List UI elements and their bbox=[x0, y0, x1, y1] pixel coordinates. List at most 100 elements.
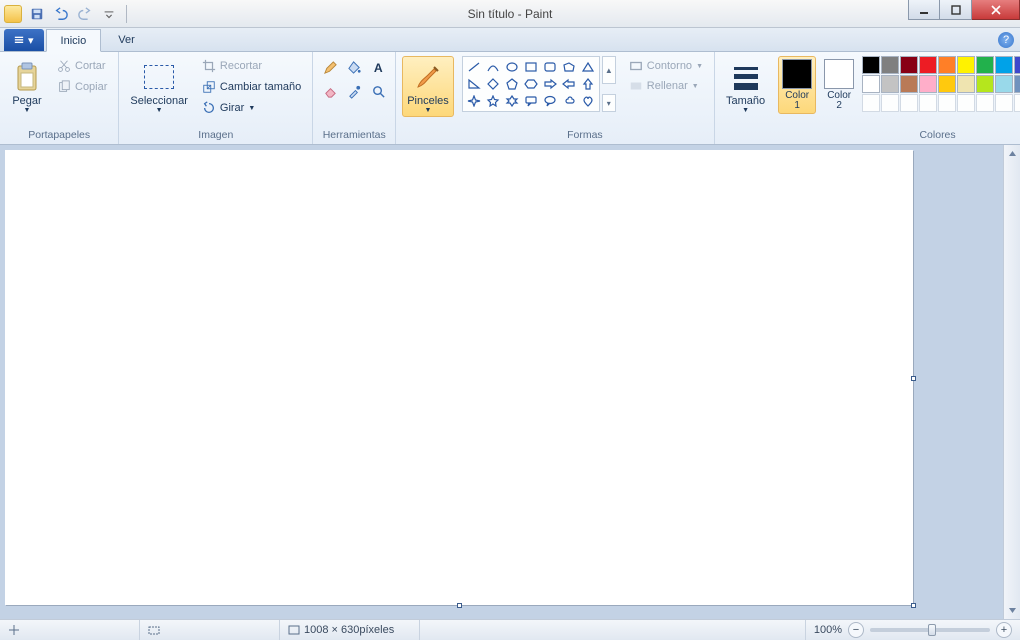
svg-text:A: A bbox=[374, 61, 383, 75]
resize-handle-bottom[interactable] bbox=[457, 603, 462, 608]
shapes-expand[interactable]: ▾ bbox=[602, 94, 616, 112]
shape-callout-cloud[interactable] bbox=[560, 93, 578, 109]
color-swatch[interactable] bbox=[995, 75, 1013, 93]
brushes-button[interactable]: Pinceles ▼ bbox=[402, 56, 454, 117]
color-swatch-empty[interactable] bbox=[938, 94, 956, 112]
color-swatch[interactable] bbox=[900, 75, 918, 93]
color-swatch-empty[interactable] bbox=[881, 94, 899, 112]
file-menu-button[interactable]: ▾ bbox=[4, 29, 44, 51]
paste-button[interactable]: Pegar ▼ bbox=[6, 56, 48, 117]
color-swatch[interactable] bbox=[900, 56, 918, 74]
color1-button[interactable]: Color 1 bbox=[778, 56, 816, 114]
shape-heart[interactable] bbox=[579, 93, 597, 109]
size-button[interactable]: Tamaño ▼ bbox=[721, 56, 770, 117]
color-swatch[interactable] bbox=[938, 75, 956, 93]
zoom-thumb[interactable] bbox=[928, 624, 936, 636]
color-swatch[interactable] bbox=[919, 56, 937, 74]
rotate-button[interactable]: Girar ▼ bbox=[197, 98, 306, 118]
color-swatch[interactable] bbox=[957, 56, 975, 74]
color2-swatch bbox=[824, 59, 854, 89]
scroll-down-icon[interactable] bbox=[1004, 602, 1020, 619]
eraser-tool[interactable] bbox=[319, 80, 341, 102]
tab-strip: ▾ Inicio Ver ? bbox=[0, 28, 1020, 52]
shape-curve[interactable] bbox=[484, 59, 502, 75]
resize-handle-corner[interactable] bbox=[911, 603, 916, 608]
minimize-button[interactable] bbox=[908, 0, 940, 20]
group-image: Seleccionar ▼ Recortar Cambiar tamaño Gi… bbox=[119, 52, 313, 144]
color-swatch-empty[interactable] bbox=[1014, 94, 1020, 112]
eyedropper-tool[interactable] bbox=[343, 80, 365, 102]
shape-arrow-left[interactable] bbox=[560, 76, 578, 92]
shapes-scroll-up[interactable]: ▲ bbox=[602, 56, 616, 84]
select-button[interactable]: Seleccionar ▼ bbox=[125, 56, 192, 117]
shape-pentagon[interactable] bbox=[503, 76, 521, 92]
shape-star6[interactable] bbox=[503, 93, 521, 109]
shapes-gallery[interactable] bbox=[462, 56, 600, 112]
tab-inicio[interactable]: Inicio bbox=[46, 29, 102, 52]
scroll-up-icon[interactable] bbox=[1004, 145, 1020, 162]
color-swatch[interactable] bbox=[881, 56, 899, 74]
redo-icon[interactable] bbox=[74, 3, 96, 25]
resize-handle-right[interactable] bbox=[911, 376, 916, 381]
color-swatch[interactable] bbox=[1014, 75, 1020, 93]
resize-button[interactable]: Cambiar tamaño bbox=[197, 77, 306, 97]
color-swatch-empty[interactable] bbox=[900, 94, 918, 112]
color-swatch[interactable] bbox=[1014, 56, 1020, 74]
color-swatch[interactable] bbox=[976, 56, 994, 74]
undo-icon[interactable] bbox=[50, 3, 72, 25]
zoom-controls: 100% − + bbox=[806, 622, 1020, 638]
shape-callout-oval[interactable] bbox=[541, 93, 559, 109]
help-icon[interactable]: ? bbox=[998, 32, 1014, 48]
fill-button[interactable]: Rellenar ▼ bbox=[624, 76, 708, 96]
color-swatch-empty[interactable] bbox=[957, 94, 975, 112]
pencil-tool[interactable] bbox=[319, 56, 341, 78]
shape-roundrect[interactable] bbox=[541, 59, 559, 75]
tab-ver[interactable]: Ver bbox=[103, 28, 150, 51]
qat-customize-icon[interactable] bbox=[98, 3, 120, 25]
fill-tool[interactable] bbox=[343, 56, 365, 78]
save-icon[interactable] bbox=[26, 3, 48, 25]
color2-button[interactable]: Color 2 bbox=[820, 56, 858, 114]
color-swatch-empty[interactable] bbox=[995, 94, 1013, 112]
shape-callout-rect[interactable] bbox=[522, 93, 540, 109]
zoom-in-button[interactable]: + bbox=[996, 622, 1012, 638]
color-swatch[interactable] bbox=[862, 75, 880, 93]
size-label: Tamaño bbox=[726, 95, 765, 107]
shape-star4[interactable] bbox=[465, 93, 483, 109]
color-swatch-empty[interactable] bbox=[919, 94, 937, 112]
canvas[interactable] bbox=[5, 150, 913, 605]
color-swatch[interactable] bbox=[957, 75, 975, 93]
maximize-button[interactable] bbox=[940, 0, 972, 20]
zoom-out-button[interactable]: − bbox=[848, 622, 864, 638]
color-swatch[interactable] bbox=[862, 56, 880, 74]
color-swatch[interactable] bbox=[976, 75, 994, 93]
color-swatch-empty[interactable] bbox=[976, 94, 994, 112]
zoom-slider[interactable] bbox=[870, 628, 990, 632]
shape-arrow-right[interactable] bbox=[541, 76, 559, 92]
shape-hexagon[interactable] bbox=[522, 76, 540, 92]
shape-arrow-up[interactable] bbox=[579, 76, 597, 92]
shape-diamond[interactable] bbox=[484, 76, 502, 92]
close-button[interactable] bbox=[972, 0, 1020, 20]
shape-star5[interactable] bbox=[484, 93, 502, 109]
shape-triangle[interactable] bbox=[579, 59, 597, 75]
shape-polygon[interactable] bbox=[560, 59, 578, 75]
group-label-clipboard: Portapapeles bbox=[6, 127, 112, 144]
outline-button[interactable]: Contorno ▼ bbox=[624, 56, 708, 76]
copy-button[interactable]: Copiar bbox=[52, 77, 112, 97]
shape-rect[interactable] bbox=[522, 59, 540, 75]
color-swatch[interactable] bbox=[995, 56, 1013, 74]
vertical-scrollbar[interactable] bbox=[1003, 145, 1020, 619]
color-swatch[interactable] bbox=[881, 75, 899, 93]
chevron-down-icon: ▾ bbox=[28, 34, 34, 47]
color-swatch[interactable] bbox=[938, 56, 956, 74]
shape-oval[interactable] bbox=[503, 59, 521, 75]
shape-line[interactable] bbox=[465, 59, 483, 75]
color-swatch-empty[interactable] bbox=[862, 94, 880, 112]
magnifier-tool[interactable] bbox=[367, 80, 389, 102]
cut-button[interactable]: Cortar bbox=[52, 56, 112, 76]
color-swatch[interactable] bbox=[919, 75, 937, 93]
text-tool[interactable]: A bbox=[367, 56, 389, 78]
crop-button[interactable]: Recortar bbox=[197, 56, 306, 76]
shape-rtriangle[interactable] bbox=[465, 76, 483, 92]
